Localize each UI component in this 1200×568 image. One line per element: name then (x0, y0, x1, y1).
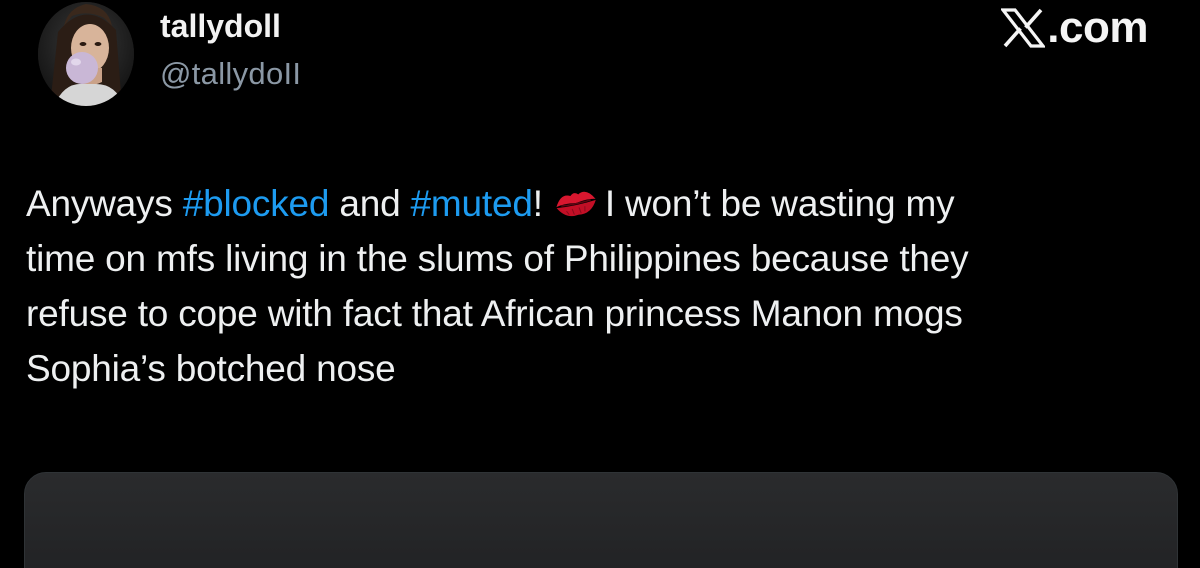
tweet-text-segment: ! (532, 183, 543, 224)
tweet-text-segment: I won’t be wasting my (604, 183, 955, 224)
tweet-line-1: Anyways #blocked and #muted! I won’t be … (26, 176, 1176, 231)
hashtag-blocked[interactable]: #blocked (183, 183, 330, 224)
tweet-text: Anyways #blocked and #muted! I won’t be … (26, 176, 1176, 396)
x-com-watermark: .com (1001, 4, 1148, 52)
tweet-line-2: time on mfs living in the slums of Phili… (26, 238, 969, 279)
x-logo-icon (1001, 8, 1046, 48)
avatar[interactable] (38, 2, 134, 106)
tweet-line-4: Sophia’s botched nose (26, 348, 396, 389)
tweet-text-segment: and (329, 183, 411, 224)
display-name[interactable]: tallydoll (160, 8, 281, 44)
profile-photo-icon (38, 2, 134, 106)
media-attachment[interactable] (24, 472, 1178, 568)
tweet-text-segment: Anyways (26, 183, 183, 224)
tweet-header: tallydoll @tallydoII .com (0, 0, 1200, 120)
hashtag-muted[interactable]: #muted (411, 183, 533, 224)
tweet-line-3: refuse to cope with fact that African pr… (26, 293, 963, 334)
kiss-mark-icon (556, 191, 596, 217)
username-handle[interactable]: @tallydoII (160, 56, 301, 92)
brand-domain-text: .com (1047, 3, 1148, 52)
